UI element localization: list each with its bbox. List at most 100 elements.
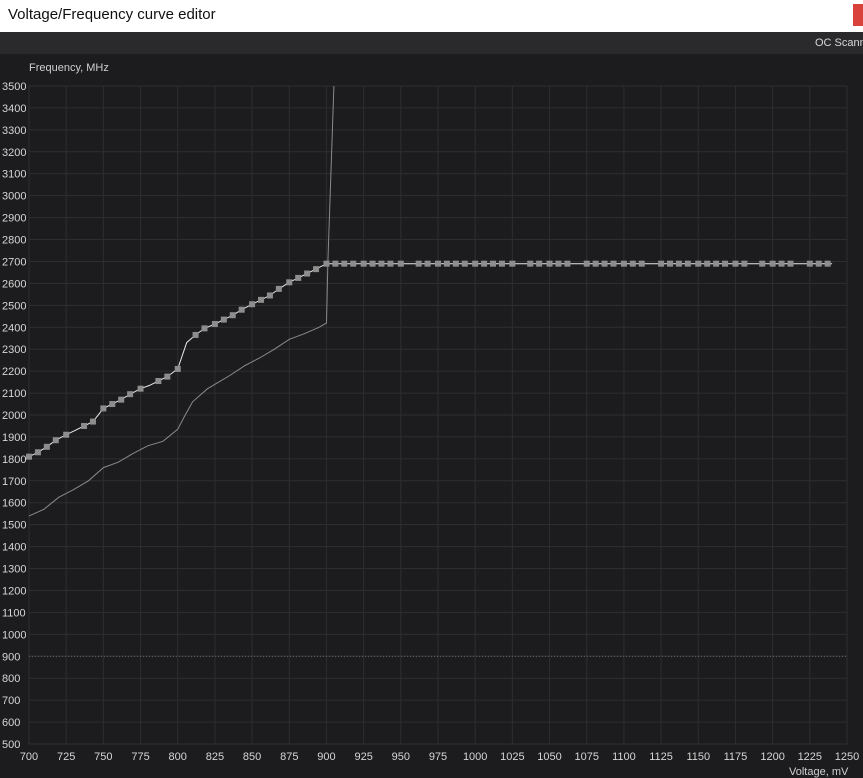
curve-point[interactable]	[675, 260, 682, 267]
curve-point[interactable]	[769, 260, 776, 267]
curve-point[interactable]	[435, 260, 441, 267]
curve-point[interactable]	[313, 266, 320, 273]
y-tick-label: 2400	[2, 322, 26, 334]
curve-point[interactable]	[341, 260, 348, 267]
curve-point[interactable]	[81, 422, 88, 429]
curve-point[interactable]	[824, 260, 831, 267]
oc-scanner-button[interactable]: OC Scanner	[815, 37, 863, 49]
x-tick-label: 750	[94, 751, 112, 763]
x-tick-label: 1025	[500, 751, 524, 763]
curve-point[interactable]	[295, 274, 302, 281]
curve-point[interactable]	[629, 260, 636, 267]
x-tick-label: 1150	[686, 751, 710, 763]
curve-point[interactable]	[211, 320, 218, 327]
y-axis-title: Frequency, MHz	[29, 62, 109, 74]
curve-point[interactable]	[192, 331, 199, 338]
curve-point[interactable]	[509, 260, 516, 267]
curve-point[interactable]	[424, 260, 431, 267]
curve-point[interactable]	[155, 378, 162, 385]
curve-point[interactable]	[722, 260, 729, 267]
curve-point[interactable]	[63, 431, 70, 438]
curve-point[interactable]	[34, 449, 41, 456]
curve-point[interactable]	[472, 260, 479, 267]
curve-point[interactable]	[620, 260, 627, 267]
curve-point[interactable]	[89, 418, 96, 425]
curve-point[interactable]	[286, 279, 293, 286]
x-tick-label: 800	[169, 751, 187, 763]
default-curve-line	[28, 85, 335, 517]
x-tick-label: 1125	[649, 751, 673, 763]
curve-point[interactable]	[369, 260, 376, 267]
curve-point[interactable]	[238, 306, 245, 313]
curve-point[interactable]	[443, 260, 450, 267]
close-icon[interactable]	[853, 4, 863, 26]
y-tick-label: 3500	[2, 81, 26, 93]
y-tick-label: 1600	[2, 498, 26, 510]
curve-point[interactable]	[498, 260, 505, 267]
curve-point[interactable]	[684, 260, 691, 267]
curve-point[interactable]	[109, 401, 116, 408]
y-tick-label: 2500	[2, 300, 26, 312]
y-tick-label: 1200	[2, 585, 26, 597]
curve-point[interactable]	[43, 443, 50, 450]
curve-point[interactable]	[490, 260, 497, 267]
curve-point[interactable]	[583, 260, 590, 267]
x-tick-label: 975	[429, 751, 447, 763]
curve-point[interactable]	[592, 260, 599, 267]
curve-point[interactable]	[52, 437, 59, 444]
curve-point[interactable]	[266, 292, 273, 299]
x-axis-title: Voltage, mV	[789, 766, 849, 778]
y-tick-label: 800	[2, 673, 20, 685]
curve-point[interactable]	[360, 260, 367, 267]
curve-point[interactable]	[815, 260, 822, 267]
curve-point[interactable]	[258, 296, 265, 303]
curve-point[interactable]	[201, 325, 208, 332]
curve-point[interactable]	[397, 260, 404, 267]
curve-point[interactable]	[118, 396, 125, 403]
curve-point[interactable]	[536, 260, 543, 267]
curve-point[interactable]	[713, 260, 720, 267]
curve-point[interactable]	[127, 391, 134, 398]
curve-point[interactable]	[26, 453, 32, 460]
curve-point[interactable]	[704, 260, 711, 267]
curve-point[interactable]	[249, 301, 256, 308]
y-tick-label: 1800	[2, 454, 26, 466]
curve-point[interactable]	[610, 260, 617, 267]
curve-point[interactable]	[481, 260, 488, 267]
curve-point[interactable]	[461, 260, 468, 267]
curve-point[interactable]	[350, 260, 357, 267]
curve-point[interactable]	[452, 260, 459, 267]
curve-point[interactable]	[229, 312, 236, 319]
curve-point[interactable]	[658, 260, 665, 267]
curve-point[interactable]	[332, 260, 339, 267]
curve-point[interactable]	[387, 260, 394, 267]
curve-point[interactable]	[806, 260, 813, 267]
curve-point[interactable]	[787, 260, 794, 267]
vf-curve-chart[interactable]: 500 600 700 800 900 1000 1100 1200 1300 1400 1500 1…	[0, 54, 863, 775]
curve-point[interactable]	[638, 260, 645, 267]
curve-point[interactable]	[741, 260, 748, 267]
curve-point[interactable]	[546, 260, 553, 267]
curve-point[interactable]	[304, 270, 311, 277]
y-tick-label: 2800	[2, 235, 26, 247]
curve-point[interactable]	[174, 365, 181, 372]
curve-point[interactable]	[164, 373, 171, 380]
curve-point[interactable]	[378, 260, 385, 267]
y-tick-label: 2300	[2, 344, 26, 356]
curve-point[interactable]	[137, 385, 144, 392]
curve-point[interactable]	[555, 260, 562, 267]
curve-point[interactable]	[564, 260, 571, 267]
curve-point[interactable]	[778, 260, 785, 267]
curve-point[interactable]	[601, 260, 608, 267]
x-tick-label: 1250	[835, 751, 859, 763]
curve-point[interactable]	[100, 405, 107, 412]
curve-point[interactable]	[759, 260, 766, 267]
curve-point[interactable]	[732, 260, 739, 267]
curve-point[interactable]	[323, 260, 330, 267]
curve-point[interactable]	[415, 260, 422, 267]
curve-point[interactable]	[667, 260, 674, 267]
curve-point[interactable]	[220, 316, 227, 323]
curve-point[interactable]	[275, 285, 282, 292]
curve-point[interactable]	[695, 260, 702, 267]
curve-point[interactable]	[527, 260, 534, 267]
